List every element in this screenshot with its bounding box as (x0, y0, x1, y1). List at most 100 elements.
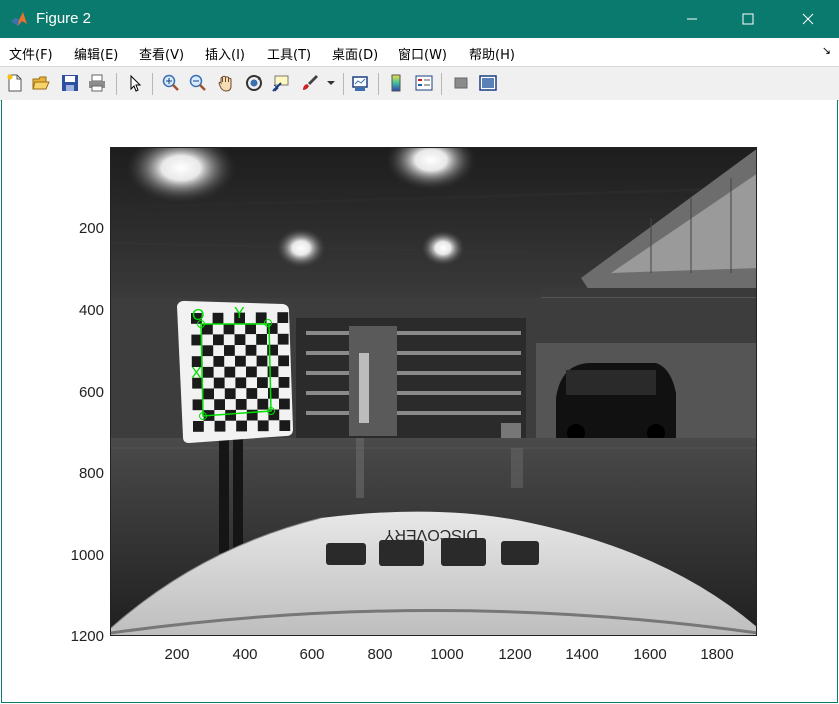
window-title: Figure 2 (36, 10, 92, 27)
checker-square (278, 377, 290, 388)
link-plot-icon[interactable] (349, 72, 371, 94)
checker-square (246, 366, 257, 378)
checker-square (235, 377, 247, 389)
menu-window[interactable]: 窗口(W) (398, 44, 447, 63)
open-file-icon[interactable] (30, 72, 52, 94)
minimize-button[interactable] (669, 0, 715, 38)
x-tick-label: 800 (367, 646, 393, 663)
checker-square (224, 345, 235, 356)
x-tick-label: 600 (299, 646, 325, 663)
menu-tools[interactable]: 工具(T) (267, 44, 311, 63)
checker-square (246, 409, 258, 421)
brush-icon[interactable] (299, 72, 321, 94)
checker-square (256, 355, 268, 367)
x-axis-label: X (191, 365, 202, 382)
checker-square (202, 345, 214, 357)
checker-square (213, 377, 225, 389)
menu-view[interactable]: 查看(V) (139, 44, 184, 63)
x-tick-label: 1000 (430, 646, 464, 663)
checkerboard-pattern: O Y X (177, 300, 293, 443)
menu-insert[interactable]: 插入(I) (205, 44, 245, 63)
maximize-button[interactable] (725, 0, 771, 38)
pan-hand-icon[interactable] (215, 72, 237, 94)
y-tick-label: 200 (78, 220, 104, 237)
checker-square (202, 323, 213, 335)
origin-label: O (192, 307, 204, 324)
close-button[interactable] (785, 0, 831, 38)
checker-square (278, 355, 289, 367)
x-tick-label: 1600 (633, 646, 667, 663)
checker-square (202, 366, 214, 378)
x-tick-label: 400 (232, 646, 258, 663)
toolbar-separator (441, 73, 442, 95)
checker-square (267, 366, 279, 378)
checker-square (193, 421, 204, 432)
y-tick-label: 400 (78, 302, 104, 319)
checker-square (236, 420, 247, 432)
axes-image[interactable]: O Y X DISCOVERY (110, 147, 757, 636)
rotate-3d-icon[interactable] (243, 72, 265, 94)
menu-edit[interactable]: 编辑(E) (74, 44, 118, 63)
checker-square (214, 420, 226, 432)
x-tick-label: 1200 (498, 646, 532, 663)
toolbar-separator (116, 73, 117, 95)
new-figure-icon[interactable] (4, 72, 26, 94)
checker-square (192, 399, 204, 411)
checker-square (213, 334, 224, 346)
y-tick-label: 600 (78, 384, 104, 401)
checker-square (246, 388, 258, 399)
toolbar-separator (343, 73, 344, 95)
zoom-out-icon[interactable] (187, 72, 209, 94)
hide-plot-tools-icon[interactable] (450, 72, 472, 94)
y-tick-label: 1000 (70, 547, 104, 564)
minimize-icon (687, 18, 697, 20)
maximize-icon (742, 13, 754, 25)
checker-square (256, 334, 267, 345)
toolbar-separator (378, 73, 379, 95)
calibration-image: O Y X DISCOVERY (111, 148, 756, 635)
checker-square (257, 377, 268, 388)
checker-square (234, 334, 246, 345)
print-icon[interactable] (86, 72, 108, 94)
checker-square (257, 420, 269, 432)
matlab-logo-icon (10, 10, 28, 28)
data-cursor-icon[interactable] (270, 72, 292, 94)
x-tick-label: 1800 (700, 646, 734, 663)
toolbar-separator (152, 73, 153, 95)
menu-desktop[interactable]: 桌面(D) (332, 44, 378, 63)
checker-square (277, 333, 289, 345)
y-tick-label: 1200 (70, 628, 104, 645)
checker-square (245, 344, 257, 356)
checker-square (212, 312, 224, 324)
pointer-icon[interactable] (124, 72, 146, 94)
show-plot-tools-icon[interactable] (477, 72, 499, 94)
checker-square (224, 388, 236, 400)
x-tick-label: 200 (164, 646, 190, 663)
menu-bar: 文件(F) 编辑(E) 查看(V) 插入(I) 工具(T) 桌面(D) 窗口(W… (0, 38, 839, 66)
close-icon (802, 13, 814, 25)
dock-arrow-icon[interactable]: ↘ (822, 44, 831, 57)
save-icon[interactable] (59, 72, 81, 94)
figure-toolbar (0, 66, 839, 101)
checker-square (214, 399, 225, 410)
y-axis-label: Y (234, 305, 245, 322)
menu-help[interactable]: 帮助(H) (469, 44, 515, 63)
checker-square (277, 312, 289, 323)
checker-square (235, 399, 247, 410)
checker-square (235, 355, 246, 367)
x-tick-label: 1400 (565, 646, 599, 663)
checker-square (245, 323, 256, 335)
checker-square (279, 420, 291, 431)
menu-file[interactable]: 文件(F) (9, 44, 53, 63)
zoom-in-icon[interactable] (160, 72, 182, 94)
checker-square (213, 356, 225, 367)
checker-square (279, 398, 290, 410)
y-tick-label: 800 (78, 465, 104, 482)
checker-square (224, 366, 236, 378)
brush-dropdown-icon[interactable] (324, 72, 338, 94)
checker-square (223, 323, 235, 335)
checker-square (225, 409, 236, 421)
colorbar-icon[interactable] (385, 72, 407, 94)
window-titlebar[interactable]: Figure 2 (0, 0, 839, 38)
legend-icon[interactable] (413, 72, 435, 94)
